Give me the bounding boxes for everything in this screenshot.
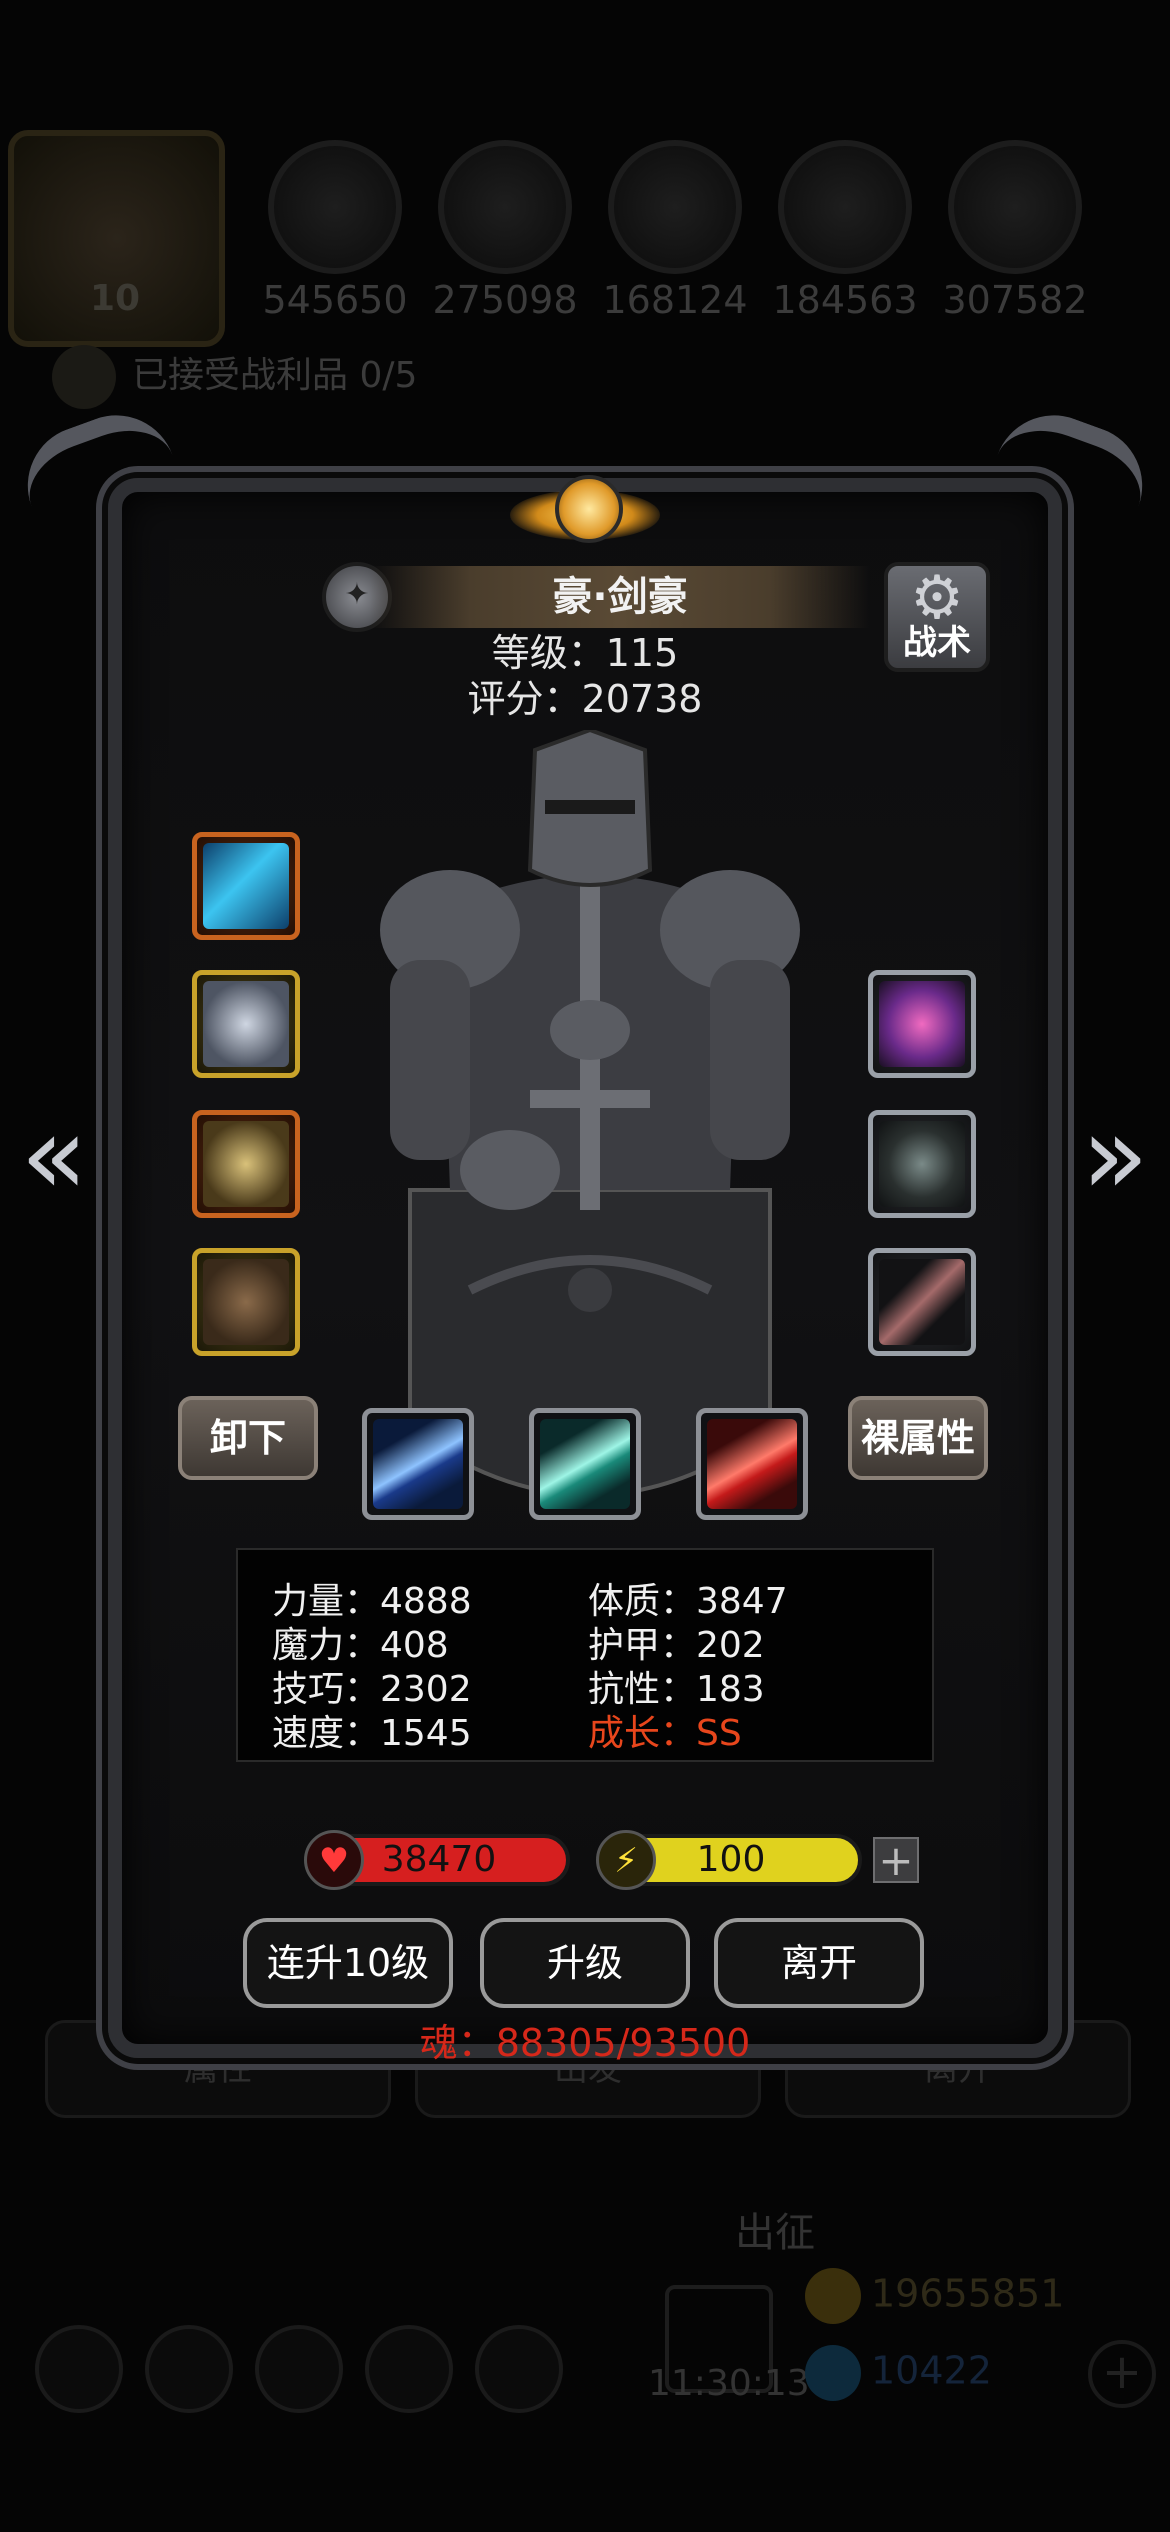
nav-icon: [475, 2325, 563, 2413]
resource-slot: 545650: [250, 140, 420, 322]
blue-gem-icon: [805, 2345, 861, 2401]
hero-name: 豪·剑豪: [370, 566, 870, 628]
steel-chestplate-icon: [203, 981, 289, 1067]
gem-slot-1[interactable]: [868, 970, 976, 1078]
nav-icon: [35, 2325, 123, 2413]
deploy-label: 出征: [735, 2210, 815, 2256]
nav-icon: [145, 2325, 233, 2413]
resource-slot: 168124: [590, 140, 760, 322]
stat-speed: 速度：1545: [272, 1713, 472, 1754]
resource-orb-icon: [948, 140, 1082, 274]
add-energy-button[interactable]: +: [873, 1837, 919, 1883]
gem-value: 10422: [871, 2348, 992, 2393]
crest-ornament: [470, 450, 700, 580]
resource-orb-icon: [268, 140, 402, 274]
add-icon: +: [1088, 2340, 1156, 2408]
teal-slash-icon: [540, 1419, 630, 1509]
level-up-button[interactable]: 升级: [480, 1918, 690, 2008]
resource-value: 545650: [262, 278, 408, 322]
quest-icon: [52, 345, 116, 409]
resource-slot: 275098: [420, 140, 590, 322]
nav-icon: [365, 2325, 453, 2413]
clock: 11:30:13: [648, 2363, 810, 2404]
resource-orb-icon: [608, 140, 742, 274]
lightning-icon: ⚡: [596, 1830, 656, 1890]
heart-icon: ♥: [304, 1830, 364, 1890]
skill-blue-slash[interactable]: [362, 1408, 474, 1520]
red-slash-icon: [707, 1419, 797, 1509]
gold-coin-icon: [805, 2268, 861, 2324]
blue-crystal-sword-icon: [203, 843, 289, 929]
tactics-label: 战术: [903, 623, 971, 663]
gold-value: 19655851: [871, 2271, 1065, 2316]
weapon-slot[interactable]: [192, 832, 300, 940]
quest-text: 已接受战利品 0/5: [132, 355, 418, 396]
next-hero-arrow-icon[interactable]: »: [1075, 1100, 1155, 1210]
helmet-slot[interactable]: [192, 1110, 300, 1218]
level-up-10-button[interactable]: 连升10级: [243, 1918, 453, 2008]
armor-slot[interactable]: [192, 970, 300, 1078]
resource-value: 307582: [942, 278, 1088, 322]
resource-value: 168124: [602, 278, 748, 322]
ornate-ring-icon: [203, 1259, 289, 1345]
resource-slot: 307582: [930, 140, 1100, 322]
resource-value: 184563: [772, 278, 918, 322]
gem-slot-2[interactable]: [868, 1110, 976, 1218]
nav-icon: [255, 2325, 343, 2413]
grey-stone-icon: [879, 1121, 965, 1207]
tactics-button[interactable]: ⚙ 战术: [884, 562, 990, 672]
resource-value: 275098: [432, 278, 578, 322]
purple-gem-icon: [879, 981, 965, 1067]
gold-counter: 19655851: [805, 2268, 1064, 2324]
gem-counter: 10422: [805, 2345, 992, 2401]
background-avatar-level: 10: [90, 278, 141, 319]
leave-button[interactable]: 离开: [714, 1918, 924, 2008]
crest-gem-icon: [555, 475, 623, 543]
background-quest: 已接受战利品 0/5: [52, 345, 417, 409]
unequip-button[interactable]: 卸下: [178, 1396, 318, 1480]
gem-slot-3[interactable]: [868, 1248, 976, 1356]
hero-score: 评分：20738: [467, 677, 703, 721]
feather-shard-icon: [879, 1259, 965, 1345]
soul-counter: 魂：88305/93500: [419, 2021, 751, 2065]
base-stats-button[interactable]: 裸属性: [848, 1396, 988, 1480]
resource-orb-icon: [438, 140, 572, 274]
previous-hero-arrow-icon[interactable]: «: [14, 1100, 94, 1210]
stat-growth: 成长：SS: [588, 1713, 742, 1754]
skill-teal-slash[interactable]: [529, 1408, 641, 1520]
skill-red-slash[interactable]: [696, 1408, 808, 1520]
resource-slot: 184563: [760, 140, 930, 322]
blue-slash-icon: [373, 1419, 463, 1509]
resource-orb-icon: [778, 140, 912, 274]
golden-helmet-icon: [203, 1121, 289, 1207]
ring-slot[interactable]: [192, 1248, 300, 1356]
